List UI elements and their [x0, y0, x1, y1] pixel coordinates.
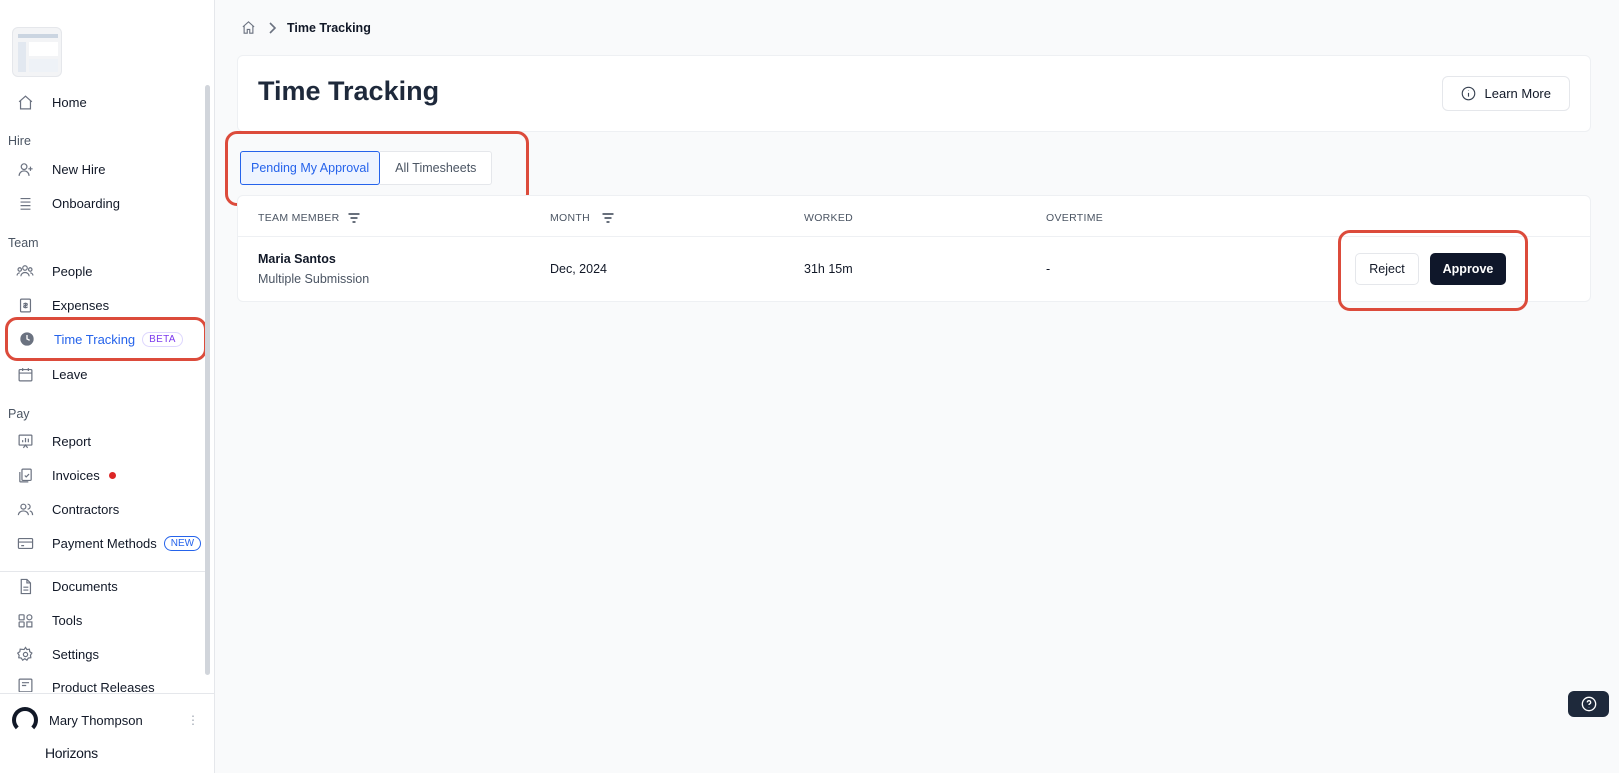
sidebar-item-label: People — [52, 263, 93, 279]
sidebar-item-time-tracking[interactable]: Time Tracking BETA — [5, 317, 207, 361]
sidebar-item-label: Tools — [52, 612, 83, 628]
report-chart-icon — [14, 430, 36, 452]
column-header-overtime: OVERTIME — [1046, 212, 1104, 224]
sidebar-item-people[interactable]: People — [6, 255, 206, 287]
breadcrumb: Time Tracking — [241, 20, 371, 36]
sidebar-item-documents[interactable]: Documents — [6, 570, 206, 602]
sidebar-item-report[interactable]: Report — [6, 425, 206, 457]
brand-logo: Horizons — [45, 745, 98, 761]
section-label-pay: Pay — [8, 407, 30, 421]
filter-icon[interactable] — [602, 213, 614, 223]
sidebar-item-label: Time Tracking — [54, 331, 136, 347]
sidebar-item-contractors[interactable]: Contractors — [6, 493, 206, 525]
sidebar-item-label: Home — [52, 94, 87, 110]
page-title: Time Tracking — [258, 76, 440, 106]
avatar — [12, 707, 38, 733]
invoice-icon — [14, 464, 36, 486]
home-icon[interactable] — [241, 20, 257, 36]
column-header-team-member: TEAM MEMBER — [258, 212, 360, 224]
team-member-subtext: Multiple Submission — [258, 272, 370, 286]
column-header-month: MONTH — [550, 212, 614, 224]
stack-icon — [14, 192, 36, 214]
sidebar-item-tools[interactable]: Tools — [6, 604, 206, 636]
worked-cell: 31h 15m — [804, 262, 853, 276]
breadcrumb-current: Time Tracking — [287, 21, 371, 35]
sidebar-scrollbar[interactable] — [205, 85, 210, 675]
sidebar-item-label: Documents — [52, 578, 118, 594]
sidebar-item-onboarding[interactable]: Onboarding — [6, 187, 206, 219]
more-vertical-icon[interactable]: ⋮ — [187, 713, 199, 727]
sidebar: Home Hire New Hire Onboarding Team Peopl… — [0, 0, 215, 773]
column-header-worked: WORKED — [804, 212, 854, 224]
column-label: TEAM MEMBER — [258, 212, 340, 224]
user-plus-icon — [14, 158, 36, 180]
user-name: Mary Thompson — [49, 712, 143, 728]
document-icon — [14, 575, 36, 597]
overtime-cell: - — [1046, 262, 1051, 276]
learn-more-label: Learn More — [1484, 86, 1551, 101]
sidebar-item-label: Onboarding — [52, 195, 120, 211]
new-badge: NEW — [163, 535, 202, 551]
filter-icon[interactable] — [348, 213, 360, 223]
sidebar-item-label: Expenses — [52, 297, 110, 313]
learn-more-button[interactable]: Learn More — [1441, 76, 1570, 111]
release-icon — [14, 674, 36, 692]
team-member-name: Maria Santos — [258, 252, 336, 266]
notification-dot — [108, 471, 116, 479]
tools-icon — [14, 609, 36, 631]
user-menu[interactable]: Mary Thompson ⋮ — [12, 707, 207, 733]
section-label-team: Team — [8, 236, 39, 250]
sidebar-item-home[interactable]: Home — [6, 86, 206, 118]
gear-icon — [14, 643, 36, 665]
highlight-annotation-actions — [1338, 230, 1528, 311]
section-label-hire: Hire — [8, 134, 31, 148]
help-icon — [1581, 696, 1597, 712]
beta-badge: BETA — [142, 331, 183, 347]
sidebar-item-label: Report — [52, 433, 92, 449]
page-header: Time Tracking Learn More — [237, 55, 1591, 132]
receipt-icon — [14, 294, 36, 316]
sidebar-item-leave[interactable]: Leave — [6, 358, 206, 390]
sidebar-item-new-hire[interactable]: New Hire — [6, 153, 206, 185]
credit-card-icon — [14, 532, 36, 554]
sidebar-item-label: Invoices — [52, 467, 100, 483]
sidebar-item-settings[interactable]: Settings — [6, 638, 206, 670]
sidebar-item-label: Contractors — [52, 501, 120, 517]
home-icon — [14, 91, 36, 113]
sidebar-item-label: Product Releases — [52, 680, 155, 692]
calendar-icon — [14, 363, 36, 385]
sidebar-item-label: Payment Methods — [52, 535, 157, 551]
info-icon — [1461, 86, 1476, 101]
sidebar-footer-divider — [0, 693, 215, 694]
sidebar-item-payment-methods[interactable]: Payment Methods NEW — [6, 527, 206, 559]
clock-icon — [16, 328, 38, 350]
company-logo[interactable] — [12, 27, 62, 77]
help-button[interactable] — [1568, 691, 1609, 717]
sidebar-item-label: Leave — [52, 366, 88, 382]
column-label: MONTH — [550, 212, 590, 224]
sidebar-item-product-releases[interactable]: Product Releases — [6, 672, 206, 692]
chevron-right-icon — [267, 22, 277, 34]
sidebar-item-label: New Hire — [52, 161, 106, 177]
people-icon — [14, 260, 36, 282]
sidebar-item-invoices[interactable]: Invoices — [6, 459, 206, 491]
contractors-icon — [14, 498, 36, 520]
sidebar-item-label: Settings — [52, 646, 99, 662]
month-cell: Dec, 2024 — [550, 262, 607, 276]
